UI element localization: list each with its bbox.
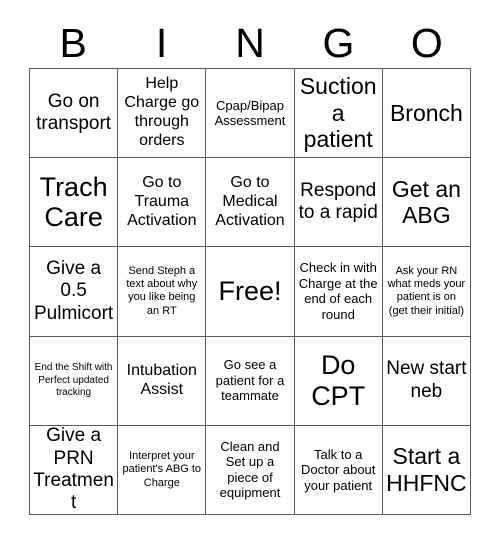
bingo-grid: Go on transport Help Charge go through or… — [29, 68, 471, 515]
bingo-cell-r1-c1[interactable]: Go on transport — [30, 69, 119, 159]
bingo-cell-text: Help Charge go through orders — [124, 75, 200, 149]
bingo-cell-r5-c4[interactable]: Talk to a Doctor about your patient — [294, 425, 383, 515]
bingo-cell-text: End the Shift with Perfect updated track… — [34, 362, 113, 398]
bingo-cell-text: Start a HHFNC — [386, 443, 467, 496]
bingo-cell-r4-c2[interactable]: Intubation Assist — [118, 336, 207, 426]
bingo-cell-r5-c3[interactable]: Clean and Set up a piece of equipment — [206, 425, 295, 515]
bingo-cell-text: Talk to a Doctor about your patient — [300, 446, 376, 493]
bingo-cell-r2-c5[interactable]: Get an ABG — [382, 158, 471, 248]
bingo-cell-text: Trach Care — [39, 171, 108, 233]
bingo-cell-text: Give a PRN Treatment — [33, 425, 114, 514]
bingo-cell-r4-c3[interactable]: Go see a patient for a teammate — [206, 336, 295, 426]
bingo-free-space-label: Free! — [218, 276, 282, 307]
bingo-header-letter-g: G — [322, 19, 355, 66]
bingo-cell-text: Go to Medical Activation — [215, 173, 285, 229]
bingo-cell-text: Go see a patient for a teammate — [215, 357, 285, 404]
bingo-cell-text: Interpret your patient's ABG to Charge — [122, 449, 202, 489]
bingo-cell-text: Respond to a rapid — [298, 180, 378, 224]
bingo-cell-text: New start neb — [386, 358, 467, 402]
bingo-cell-r3-c1[interactable]: Give a 0.5 Pulmicort — [30, 247, 119, 337]
bingo-cell-text: Check in with Charge at the end of each … — [298, 260, 378, 323]
bingo-cell-r3-c4[interactable]: Check in with Charge at the end of each … — [294, 247, 383, 337]
bingo-header-letter-i: I — [155, 19, 168, 66]
bingo-cell-text: Ask your RN what meds your patient is on… — [387, 264, 466, 317]
bingo-cell-r5-c1[interactable]: Give a PRN Treatment — [30, 425, 119, 515]
bingo-cell-text: Go to Trauma Activation — [127, 173, 197, 229]
bingo-cell-text: Send Steph a text about why you like bei… — [126, 264, 198, 317]
bingo-cell-text: Bronch — [389, 99, 463, 126]
bingo-cell-r2-c2[interactable]: Go to Trauma Activation — [118, 158, 207, 248]
bingo-header-row: BINGO — [29, 18, 471, 68]
bingo-cell-r4-c5[interactable]: New start neb — [382, 336, 471, 426]
bingo-cell-text: Suction a patient — [299, 73, 377, 153]
bingo-cell-text: Intubation Assist — [126, 361, 197, 398]
bingo-header-letter-o: O — [410, 19, 443, 66]
bingo-cell-text: Do CPT — [311, 349, 366, 411]
bingo-cell-text: Get an ABG — [391, 175, 461, 229]
bingo-header-letter-b: B — [59, 19, 87, 66]
bingo-cell-text: Give a 0.5 Pulmicort — [34, 258, 114, 324]
bingo-cell-r3-c2[interactable]: Send Steph a text about why you like bei… — [118, 247, 207, 337]
bingo-cell-r4-c4[interactable]: Do CPT — [294, 336, 383, 426]
bingo-cell-text: Go on transport — [36, 90, 112, 135]
bingo-cell-r1-c5[interactable]: Bronch — [382, 69, 471, 159]
bingo-cell-r4-c1[interactable]: End the Shift with Perfect updated track… — [30, 336, 119, 426]
bingo-cell-r2-c4[interactable]: Respond to a rapid — [294, 158, 383, 248]
bingo-cell-text: Cpap/Bipap Assessment — [214, 97, 286, 129]
bingo-cell-r5-c5[interactable]: Start a HHFNC — [382, 425, 471, 515]
bingo-free-space-cell[interactable]: Free! — [206, 247, 295, 337]
bingo-cell-r5-c2[interactable]: Interpret your patient's ABG to Charge — [118, 425, 207, 515]
bingo-cell-r3-c5[interactable]: Ask your RN what meds your patient is on… — [382, 247, 471, 337]
bingo-cell-r1-c2[interactable]: Help Charge go through orders — [118, 69, 207, 159]
bingo-header-letter-n: N — [235, 19, 265, 66]
bingo-cell-r1-c3[interactable]: Cpap/Bipap Assessment — [206, 69, 295, 159]
bingo-cell-r2-c1[interactable]: Trach Care — [30, 158, 119, 248]
bingo-card: B I N G O Go on transport Help Charge go thro… — [0, 0, 500, 544]
bingo-cell-r1-c4[interactable]: Suction a patient — [294, 69, 383, 159]
bingo-cell-r2-c3[interactable]: Go to Medical Activation — [206, 158, 295, 248]
bingo-cell-text: Clean and Set up a piece of equipment — [219, 438, 281, 501]
